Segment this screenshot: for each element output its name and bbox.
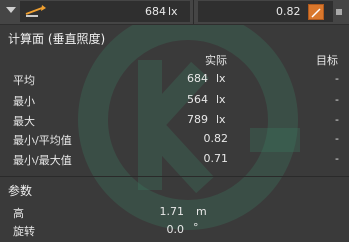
- edit-color-icon[interactable]: [308, 4, 324, 20]
- row-unit-average: lx: [216, 72, 226, 85]
- row-target-min-max: -: [335, 152, 339, 165]
- height-value[interactable]: 1.71: [134, 205, 185, 218]
- section-divider: [0, 176, 349, 177]
- parameters-title: 参数: [8, 184, 33, 198]
- collapse-caret-icon[interactable]: [6, 7, 16, 13]
- row-value-max: 789: [187, 113, 208, 126]
- row-value-average: 684: [187, 72, 208, 85]
- row-value-min-max: 0.71: [203, 152, 229, 165]
- row-unit-max: lx: [216, 113, 226, 126]
- col-actual-header: 实际: [205, 54, 227, 67]
- row-unit-min: lx: [216, 93, 226, 106]
- properties-panel: 计算面 (垂直照度) 实际 目标 平均 684 lx - 最小 564 lx -…: [0, 24, 349, 242]
- row-label-min: 最小: [13, 95, 35, 108]
- calc-surface-title: 计算面 (垂直照度): [8, 32, 106, 46]
- row-label-average: 平均: [13, 74, 35, 87]
- row-label-min-avg: 最小/平均值: [13, 134, 72, 147]
- sensor-arrow-icon: [25, 5, 46, 17]
- row-label-min-max: 最小/最大值: [13, 154, 72, 167]
- result-header-row: 684 lx 0.82: [0, 0, 349, 25]
- header-divider: [193, 0, 194, 24]
- row-target-min-avg: -: [335, 132, 339, 145]
- row-target-max: -: [335, 113, 339, 126]
- illuminance-value: 684: [145, 5, 166, 18]
- uniformity-value: 0.82: [276, 5, 301, 18]
- row-target-min: -: [335, 93, 339, 106]
- row-target-average: -: [335, 72, 339, 85]
- height-unit: m: [196, 205, 207, 218]
- row-label-rotation: 旋转: [13, 225, 35, 238]
- illuminance-unit: lx: [168, 5, 178, 18]
- rotation-unit: °: [193, 221, 199, 234]
- row-label-max: 最大: [13, 115, 35, 128]
- col-target-header: 目标: [316, 54, 338, 67]
- rotation-value[interactable]: 0.0: [134, 223, 185, 236]
- row-value-min: 564: [187, 93, 208, 106]
- row-value-min-avg: 0.82: [203, 132, 229, 145]
- options-square-icon[interactable]: [336, 9, 342, 15]
- row-label-height: 高: [13, 207, 24, 220]
